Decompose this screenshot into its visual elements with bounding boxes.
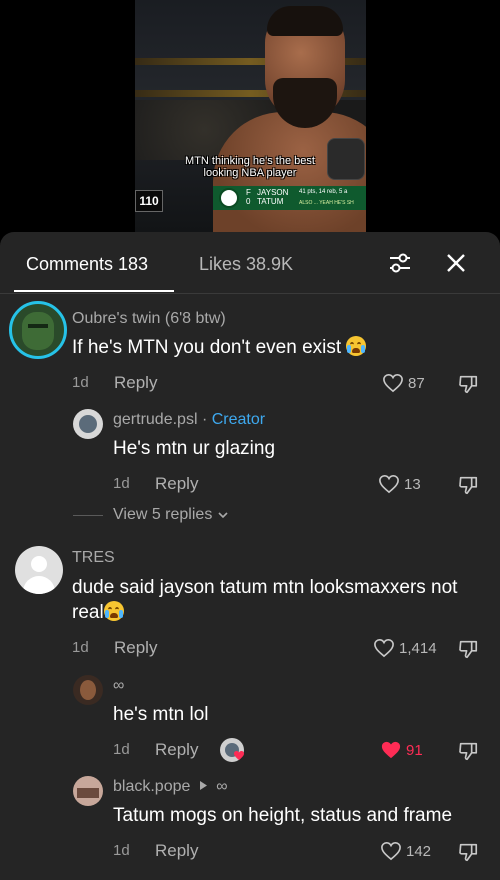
reply-button[interactable]: Reply [155, 841, 198, 861]
reply-button[interactable]: Reply [114, 373, 157, 393]
close-icon[interactable] [443, 250, 469, 276]
like-count: 1,414 [399, 639, 437, 657]
like-count: 87 [408, 374, 425, 392]
avatar[interactable] [15, 546, 63, 594]
heart-filled-icon [381, 741, 401, 759]
heart-icon [379, 474, 399, 494]
tab-comments[interactable]: Comments 183 [26, 254, 148, 275]
like-button[interactable]: 87 [382, 371, 425, 395]
thumbs-down-icon[interactable] [457, 373, 479, 395]
play-arrow-icon [199, 781, 207, 790]
comments-panel: Comments 183 Likes 38.9K Oubre's twin (6… [0, 232, 500, 880]
player-position-number: F 0 [246, 188, 251, 206]
like-button[interactable]: 142 [380, 839, 431, 863]
username[interactable]: black.pope ∞ [113, 778, 228, 796]
chevron-down-icon [218, 512, 228, 519]
loudly-crying-emoji [346, 336, 367, 356]
heart-icon [381, 841, 401, 861]
score-box: 110 [135, 190, 163, 212]
video-player[interactable]: MTN thinking he's the best looking NBA p… [0, 0, 500, 240]
avatar[interactable] [73, 675, 103, 705]
reply-button[interactable]: Reply [114, 638, 157, 658]
player-stats: 41 pts, 14 reb, 5 a [299, 189, 348, 195]
username[interactable]: gertrude.psl · Creator [113, 411, 265, 429]
video-frame: MTN thinking he's the best looking NBA p… [135, 0, 366, 232]
comment-age: 1d [72, 374, 89, 391]
reply-button[interactable]: Reply [155, 740, 198, 760]
microphone [327, 138, 365, 180]
comment-text: He's mtn ur glazing [113, 438, 276, 459]
thumbs-down-icon[interactable] [457, 740, 479, 762]
like-count: 13 [404, 475, 421, 493]
username[interactable]: Oubre's twin (6'8 btw) [72, 310, 226, 328]
heart-icon [383, 373, 403, 393]
divider-line [73, 514, 103, 516]
like-button[interactable]: 91 [380, 738, 423, 762]
reply-button[interactable]: Reply [155, 474, 198, 494]
like-count: 91 [406, 741, 423, 759]
like-button[interactable]: 13 [378, 472, 421, 496]
username[interactable]: TRES [72, 549, 115, 567]
ticker-text: ALSO ... YEAH HE'S SH [299, 200, 354, 206]
lower-third: F 0 JAYSON TATUM 41 pts, 14 reb, 5 a ALS… [213, 186, 366, 210]
loudly-crying-emoji [103, 601, 124, 621]
comment-text: Tatum mogs on height, status and frame [113, 805, 453, 826]
thumbs-down-icon[interactable] [457, 841, 479, 863]
panel-header: Comments 183 Likes 38.9K [0, 232, 500, 294]
like-button[interactable]: 1,414 [373, 636, 437, 660]
comment-age: 1d [113, 741, 130, 758]
comment-text: dude said jayson tatum mtn looksmaxxers … [72, 577, 458, 623]
tab-likes[interactable]: Likes 38.9K [199, 254, 293, 275]
comment-age: 1d [113, 842, 130, 859]
player-hair [267, 6, 343, 36]
creator-badge: Creator [211, 411, 266, 428]
tab-underline [14, 290, 174, 292]
small-heart-icon [234, 751, 244, 760]
heart-icon [374, 638, 394, 658]
comment-age: 1d [72, 639, 89, 656]
view-replies-button[interactable]: View 5 replies [73, 506, 230, 524]
thumbs-down-icon[interactable] [457, 474, 479, 496]
sliders-icon[interactable] [387, 250, 413, 276]
like-count: 142 [406, 842, 432, 860]
username[interactable]: ∞ [113, 677, 124, 695]
player-name: JAYSON TATUM [257, 188, 289, 206]
avatar[interactable] [9, 301, 67, 359]
avatar[interactable] [73, 409, 103, 439]
comment-text: he's mtn lol [113, 704, 209, 725]
thumbs-down-icon[interactable] [457, 638, 479, 660]
team-logo-icon [219, 188, 239, 208]
comment-age: 1d [113, 475, 130, 492]
comment-text: If he's MTN you don't even exist [72, 335, 367, 360]
video-caption: MTN thinking he's the best looking NBA p… [185, 155, 315, 179]
avatar[interactable] [73, 776, 103, 806]
